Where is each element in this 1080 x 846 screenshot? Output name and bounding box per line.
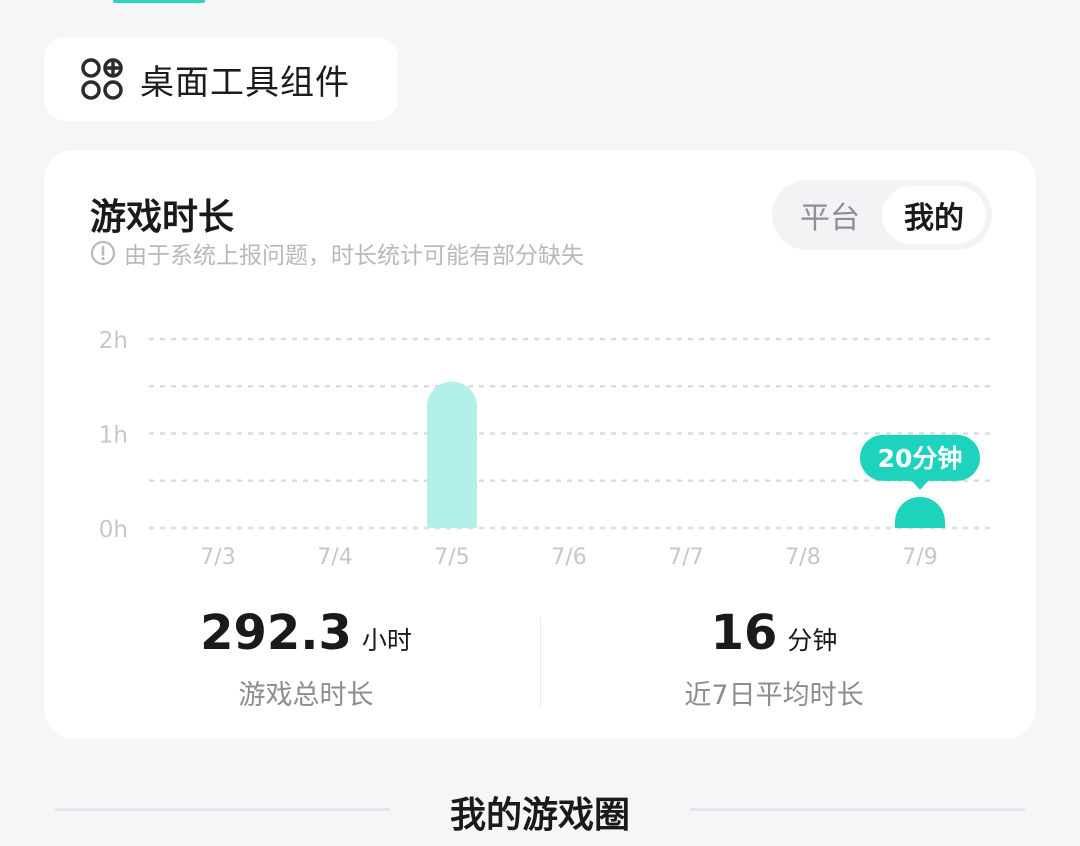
average-duration-caption: 近7日平均时长 [684,680,864,711]
x-tick-label: 7/7 [668,545,703,570]
game-duration-card: 游戏时长 由于系统上报问题，时长统计可能有部分缺失 平台 我的 0h 1h 2h 7… [44,150,1036,739]
top-tab-indicator [113,0,205,3]
total-duration-caption: 游戏总时长 [238,680,374,711]
y-tick-label: 1h [99,423,128,449]
x-tick-label: 7/8 [785,545,820,570]
duration-bar-chart: 0h 1h 2h 7/3 7/4 7/5 7/6 7/7 7/8 7/9 20分钟 [99,328,992,570]
total-duration-value: 292.3 [200,605,352,661]
total-duration-unit: 小时 [361,626,412,655]
chart-bar [427,381,477,528]
widget-grid-plus-icon [81,58,123,100]
chart-bar [895,496,945,528]
x-tick-label: 7/9 [902,545,937,570]
x-tick-label: 7/5 [434,545,469,570]
average-duration-unit: 分钟 [787,626,838,655]
y-tick-label: 0h [99,517,128,543]
section-divider-right [690,808,1025,811]
stats-divider [540,618,541,708]
highlight-badge-label: 20分钟 [878,444,963,473]
desktop-widget-label: 桌面工具组件 [140,62,350,103]
x-tick-label: 7/6 [551,545,586,570]
x-tick-label: 7/3 [200,545,235,570]
highlight-badge-pointer [911,479,929,490]
y-tick-label: 2h [99,328,128,354]
desktop-widget-button[interactable]: 桌面工具组件 [44,37,398,121]
average-duration-stat: 16 分钟 近7日平均时长 [574,605,974,712]
total-duration-stat: 292.3 小时 游戏总时长 [106,605,506,712]
average-duration-value: 16 [710,605,778,661]
my-game-circle-title: 我的游戏圈 [449,795,630,836]
x-tick-label: 7/4 [317,545,352,570]
